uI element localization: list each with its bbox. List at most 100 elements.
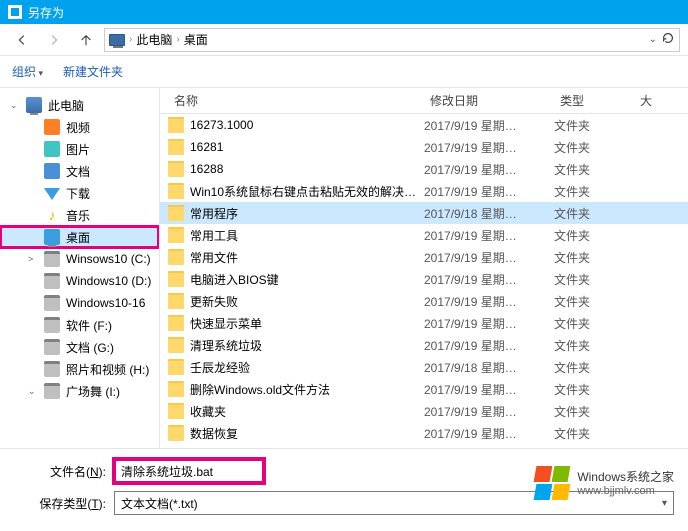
file-row[interactable]: 16288 2017/9/19 星期…文件夹 xyxy=(160,158,688,180)
folder-icon xyxy=(168,381,184,397)
folder-icon xyxy=(168,161,184,177)
desktop-icon xyxy=(44,229,60,245)
forward-button[interactable] xyxy=(40,28,68,52)
folder-icon xyxy=(168,359,184,375)
column-headers: 名称 修改日期 类型 大 xyxy=(160,88,688,114)
sidebar-item[interactable]: 视频 xyxy=(0,116,159,138)
sidebar-item[interactable]: 文档 xyxy=(0,160,159,182)
file-row[interactable]: 电脑进入BIOS键2017/9/19 星期…文件夹 xyxy=(160,268,688,290)
file-row[interactable]: 删除Windows.old文件方法 2017/9/19 星期…文件夹 xyxy=(160,378,688,400)
sidebar-item-label: 桌面 xyxy=(66,229,90,246)
sidebar-item[interactable]: >Winsows10 (C:) xyxy=(0,248,159,270)
folder-icon xyxy=(168,183,184,199)
file-row[interactable]: 收藏夹2017/9/19 星期…文件夹 xyxy=(160,400,688,422)
file-row[interactable]: 更新失败2017/9/19 星期…文件夹 xyxy=(160,290,688,312)
sidebar-item-label: 软件 (F:) xyxy=(66,317,112,334)
col-type[interactable]: 类型 xyxy=(554,92,634,109)
pic-icon xyxy=(44,141,60,157)
file-type: 文件夹 xyxy=(554,183,634,200)
organize-menu[interactable]: 组织 xyxy=(12,63,43,80)
drive-icon xyxy=(44,273,60,289)
sidebar-item-label: 图片 xyxy=(66,141,90,158)
new-folder-button[interactable]: 新建文件夹 xyxy=(63,63,123,80)
filetype-label: 保存类型(T): xyxy=(14,495,106,512)
refresh-icon[interactable] xyxy=(661,31,675,48)
address-bar[interactable]: › 此电脑 › 桌面 ⌄ xyxy=(104,28,680,52)
expander-icon[interactable]: > xyxy=(28,254,38,264)
file-name: 16288 xyxy=(190,162,223,176)
sidebar-item[interactable]: ⌄ 广场舞 (I:) xyxy=(0,380,159,402)
file-type: 文件夹 xyxy=(554,227,634,244)
sidebar-item[interactable]: 照片和视频 (H:) xyxy=(0,358,159,380)
file-name: 常用工具 xyxy=(190,227,238,244)
app-icon xyxy=(8,5,22,19)
file-row[interactable]: 清理系统垃圾2017/9/19 星期…文件夹 xyxy=(160,334,688,356)
sidebar-item[interactable]: Windows10 (D:) xyxy=(0,270,159,292)
file-date: 2017/9/19 星期… xyxy=(424,337,554,354)
dropdown-icon[interactable]: ⌄ xyxy=(649,34,657,45)
file-name: 电脑进入BIOS键 xyxy=(190,271,279,288)
file-type: 文件夹 xyxy=(554,315,634,332)
col-name[interactable]: 名称 xyxy=(168,92,424,109)
window-title: 另存为 xyxy=(28,4,64,21)
sidebar-item[interactable]: ♪音乐 xyxy=(0,204,159,226)
crumb-root[interactable]: 此电脑 xyxy=(136,31,172,48)
col-date[interactable]: 修改日期 xyxy=(424,92,554,109)
sidebar-item[interactable]: 下载 xyxy=(0,182,159,204)
file-name: 删除Windows.old文件方法 xyxy=(190,381,330,398)
file-date: 2017/9/19 星期… xyxy=(424,249,554,266)
file-name: 清理系统垃圾 xyxy=(190,337,262,354)
file-row[interactable]: 16273.10002017/9/19 星期…文件夹 xyxy=(160,114,688,136)
back-button[interactable] xyxy=(8,28,36,52)
file-row[interactable]: 数据恢复2017/9/19 星期…文件夹 xyxy=(160,422,688,444)
navbar: › 此电脑 › 桌面 ⌄ xyxy=(0,24,688,56)
file-row[interactable]: 壬辰龙经验2017/9/18 星期…文件夹 xyxy=(160,356,688,378)
folder-icon xyxy=(168,337,184,353)
col-size[interactable]: 大 xyxy=(634,92,688,109)
filename-input[interactable]: 清除系统垃圾.bat xyxy=(114,459,264,483)
sidebar-item[interactable]: 软件 (F:) xyxy=(0,314,159,336)
tree-root[interactable]: ⌄ 此电脑 xyxy=(0,94,159,116)
sidebar-item-label: 文档 (G:) xyxy=(66,339,114,356)
sidebar-item[interactable]: Windows10-16 xyxy=(0,292,159,314)
file-row[interactable]: 快速显示菜单2017/9/19 星期…文件夹 xyxy=(160,312,688,334)
drive-icon xyxy=(44,339,60,355)
doc-icon xyxy=(44,163,60,179)
file-row[interactable]: 常用程序2017/9/18 星期…文件夹 xyxy=(160,202,688,224)
file-date: 2017/9/19 星期… xyxy=(424,381,554,398)
file-row[interactable]: 162812017/9/19 星期…文件夹 xyxy=(160,136,688,158)
file-type: 文件夹 xyxy=(554,161,634,178)
toolbar: 组织 新建文件夹 xyxy=(0,56,688,88)
sidebar-item-label: 下载 xyxy=(66,185,90,202)
file-date: 2017/9/18 星期… xyxy=(424,359,554,376)
expander-icon[interactable]: ⌄ xyxy=(10,100,20,111)
content: ⌄ 此电脑 视频图片文档下载♪音乐桌面>Winsows10 (C:)Window… xyxy=(0,88,688,448)
file-date: 2017/9/18 星期… xyxy=(424,205,554,222)
chevron-right-icon: › xyxy=(129,34,132,45)
expander-icon[interactable]: ⌄ xyxy=(28,386,38,397)
titlebar: 另存为 xyxy=(0,0,688,24)
windows-logo-icon xyxy=(535,466,571,502)
file-date: 2017/9/19 星期… xyxy=(424,161,554,178)
file-date: 2017/9/19 星期… xyxy=(424,293,554,310)
sidebar-item[interactable]: 图片 xyxy=(0,138,159,160)
sidebar-item-label: 视频 xyxy=(66,119,90,136)
up-button[interactable] xyxy=(72,28,100,52)
file-row[interactable]: 常用工具 2017/9/19 星期…文件夹 xyxy=(160,224,688,246)
drive-icon xyxy=(44,361,60,377)
file-date: 2017/9/19 星期… xyxy=(424,227,554,244)
crumb-current[interactable]: 桌面 xyxy=(184,31,208,48)
file-type: 文件夹 xyxy=(554,381,634,398)
sidebar-item-label: 广场舞 (I:) xyxy=(66,383,120,400)
watermark-url: www.bjjmlv.com xyxy=(577,485,674,497)
file-name: 常用文件 xyxy=(190,249,238,266)
file-row[interactable]: Win10系统鼠标右键点击粘贴无效的解决…2017/9/19 星期…文件夹 xyxy=(160,180,688,202)
file-name: 壬辰龙经验 xyxy=(190,359,250,376)
sidebar-item[interactable]: 桌面 xyxy=(0,226,159,248)
folder-icon xyxy=(168,403,184,419)
file-date: 2017/9/19 星期… xyxy=(424,403,554,420)
sidebar-item[interactable]: 文档 (G:) xyxy=(0,336,159,358)
file-date: 2017/9/19 星期… xyxy=(424,315,554,332)
file-name: 更新失败 xyxy=(190,293,238,310)
file-row[interactable]: 常用文件2017/9/19 星期…文件夹 xyxy=(160,246,688,268)
